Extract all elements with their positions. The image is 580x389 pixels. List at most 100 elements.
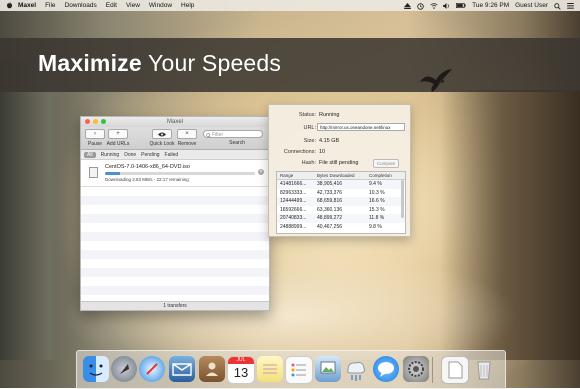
dock-separator	[432, 357, 433, 383]
filter-failed[interactable]: Failed	[165, 152, 179, 158]
status-value: Running	[319, 112, 340, 118]
maxel-window: Maxel › Pause + Add URLs Quick Look × Re…	[80, 116, 270, 311]
table-scrollbar[interactable]	[401, 180, 404, 218]
menu-edit[interactable]: Edit	[106, 2, 117, 9]
cell-bytes: 48,899,272	[317, 215, 343, 221]
quick-look-button[interactable]: Quick Look	[147, 129, 177, 147]
volume-icon[interactable]	[443, 2, 450, 9]
spotlight-icon[interactable]	[554, 2, 561, 10]
notes-icon[interactable]	[257, 356, 283, 382]
col-completion[interactable]: Completion	[369, 173, 392, 178]
hash-label: Hash:	[301, 160, 316, 166]
connections-value: 10	[319, 149, 326, 155]
filter-done[interactable]: Done	[124, 152, 136, 158]
minimize-window-icon[interactable]	[93, 119, 98, 124]
pause-icon: ›	[85, 129, 105, 139]
menu-user[interactable]: Guest User	[515, 2, 548, 9]
eject-icon[interactable]	[404, 2, 411, 9]
timemachine-icon[interactable]	[417, 2, 424, 10]
preview-icon[interactable]	[315, 356, 341, 382]
cell-completion: 9.8 %	[369, 223, 382, 230]
cell-range: 12444499...	[280, 198, 307, 204]
window-status-bar: 1 transfers	[81, 301, 269, 310]
status-label: Status:	[298, 112, 316, 118]
file-icon	[89, 167, 98, 178]
menu-file[interactable]: File	[45, 2, 55, 9]
cell-completion: 9.4 %	[369, 181, 382, 187]
cell-completion: 15.3 %	[369, 206, 385, 213]
close-window-icon[interactable]	[85, 119, 90, 124]
filter-all[interactable]: All	[84, 151, 96, 158]
remove-button[interactable]: × Remove	[176, 129, 198, 147]
cell-range: 82963333...	[280, 189, 307, 196]
document-stack-icon[interactable]	[441, 356, 469, 384]
download-progress-bar	[105, 172, 255, 175]
window-toolbar: › Pause + Add URLs Quick Look × Remove F…	[81, 127, 269, 150]
apple-icon[interactable]	[6, 2, 13, 9]
cell-completion: 11.8 %	[369, 215, 385, 221]
contacts-icon[interactable]	[199, 356, 225, 382]
traffic-lights	[85, 119, 106, 124]
cell-bytes: 42,733,376	[317, 189, 343, 196]
promo-banner: Maximize Your Speeds	[0, 38, 580, 92]
connections-label: Connections:	[283, 149, 316, 155]
system-preferences-icon[interactable]	[403, 356, 429, 382]
cell-bytes: 63,360,136	[317, 206, 343, 213]
trash-icon[interactable]	[471, 356, 497, 382]
col-range[interactable]: Range	[280, 173, 293, 178]
size-label: Size:	[303, 138, 316, 144]
menu-app[interactable]: Maxel	[18, 2, 36, 9]
finder-icon[interactable]	[83, 356, 109, 382]
compute-button[interactable]: Compute	[373, 159, 399, 168]
stop-download-icon[interactable]: ×	[258, 169, 264, 175]
add-urls-label: Add URLs	[106, 141, 130, 147]
segments-table-header: Range Bytes Downloaded Completion	[277, 172, 405, 180]
menu-view[interactable]: View	[126, 2, 140, 9]
mail-icon[interactable]	[169, 356, 195, 382]
filter-running[interactable]: Running	[101, 152, 120, 158]
menu-downloads[interactable]: Downloads	[65, 2, 97, 9]
download-info-panel: Status: Running URL: http://mirror.us.on…	[268, 104, 411, 237]
download-list-empty-rows	[81, 187, 269, 305]
notification-center-icon[interactable]	[567, 2, 574, 9]
pause-button[interactable]: › Pause	[84, 129, 106, 147]
download-file-name: CentOS-7.0-1406-x86_64-DVD.iso	[105, 164, 190, 170]
pause-label: Pause	[87, 141, 103, 147]
safari-icon[interactable]	[139, 356, 165, 382]
transfer-count: 1 transfers	[163, 303, 187, 309]
window-titlebar[interactable]: Maxel	[81, 117, 269, 127]
messages-icon[interactable]	[373, 356, 399, 382]
segments-table: Range Bytes Downloaded Completion 414816…	[276, 171, 406, 234]
menu-clock[interactable]: Tue 9:26 PM	[472, 2, 509, 9]
wifi-icon[interactable]	[430, 2, 438, 9]
filter-tabs: All Running Done Pending Failed	[81, 150, 269, 160]
search-placeholder: Filter	[212, 132, 224, 138]
calendar-icon[interactable]: JUL 13	[227, 356, 255, 384]
table-row[interactable]: 41481666... 38,905,416 9.4 %	[277, 180, 405, 189]
zoom-window-icon[interactable]	[101, 119, 106, 124]
dock: JUL 13	[76, 350, 506, 389]
menu-help[interactable]: Help	[181, 2, 194, 9]
quick-look-label: Quick Look	[149, 141, 175, 147]
table-row[interactable]: 12444499... 68,659,816 16.6 %	[277, 197, 405, 206]
menu-bar: Maxel File Downloads Edit View Window He…	[0, 0, 580, 11]
col-bytes[interactable]: Bytes Downloaded	[317, 173, 355, 178]
table-row[interactable]: 20740833... 48,899,272 11.8 %	[277, 214, 405, 223]
launchpad-icon[interactable]	[111, 356, 137, 382]
download-row[interactable]: CentOS-7.0-1406-x86_64-DVD.iso Downloadi…	[81, 160, 269, 187]
table-row[interactable]: 82963333... 42,733,376 10.3 %	[277, 189, 405, 198]
table-row[interactable]: 16592666... 63,360,136 15.3 %	[277, 206, 405, 215]
cell-completion: 10.3 %	[369, 189, 385, 196]
search-input[interactable]: Filter	[203, 130, 263, 138]
maxel-app-icon[interactable]	[343, 356, 369, 382]
banner-title-bold: Maximize	[38, 50, 142, 76]
url-field[interactable]: http://mirror.us.oneandone.net/linux	[317, 123, 405, 131]
add-urls-button[interactable]: + Add URLs	[105, 129, 131, 147]
filter-pending[interactable]: Pending	[141, 152, 159, 158]
remove-label: Remove	[177, 141, 197, 147]
menu-window[interactable]: Window	[149, 2, 172, 9]
close-icon: ×	[177, 129, 197, 139]
battery-icon[interactable]	[456, 2, 466, 9]
table-row[interactable]: 24888999... 40,467,256 9.8 %	[277, 223, 405, 232]
reminders-icon[interactable]	[285, 356, 313, 384]
